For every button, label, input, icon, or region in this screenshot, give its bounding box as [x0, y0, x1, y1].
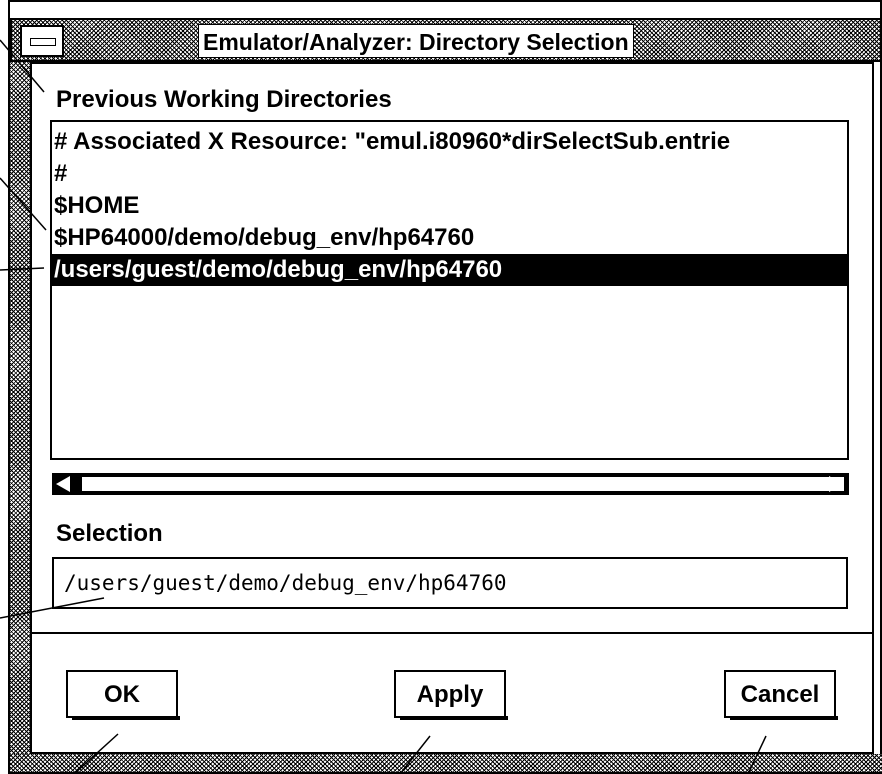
ok-button[interactable]: OK: [66, 670, 180, 720]
list-item[interactable]: $HP64000/demo/debug_env/hp64760: [52, 222, 847, 254]
previous-directories-label: Previous Working Directories: [56, 86, 392, 113]
apply-button[interactable]: Apply: [394, 670, 508, 720]
cancel-button[interactable]: Cancel: [724, 670, 838, 720]
selection-input[interactable]: [52, 557, 848, 609]
scrollbar-thumb[interactable]: [82, 477, 844, 491]
horizontal-scrollbar[interactable]: [52, 473, 849, 495]
directory-list[interactable]: # Associated X Resource: "emul.i80960*di…: [50, 120, 849, 460]
window-menu-icon: [30, 38, 56, 46]
separator: [30, 632, 874, 634]
scroll-right-arrow-icon[interactable]: [829, 476, 843, 492]
window-title: Emulator/Analyzer: Directory Selection: [198, 24, 634, 58]
list-item[interactable]: # Associated X Resource: "emul.i80960*di…: [52, 126, 847, 158]
list-item[interactable]: $HOME: [52, 190, 847, 222]
scroll-left-arrow-icon[interactable]: [56, 476, 70, 492]
window-border-bottom[interactable]: [10, 754, 882, 772]
list-item-selected[interactable]: /users/guest/demo/debug_env/hp64760: [52, 254, 847, 286]
window-menu-button[interactable]: [20, 25, 64, 57]
selection-label: Selection: [56, 520, 163, 547]
window-border-left[interactable]: [10, 62, 30, 754]
list-item[interactable]: #: [52, 158, 847, 190]
